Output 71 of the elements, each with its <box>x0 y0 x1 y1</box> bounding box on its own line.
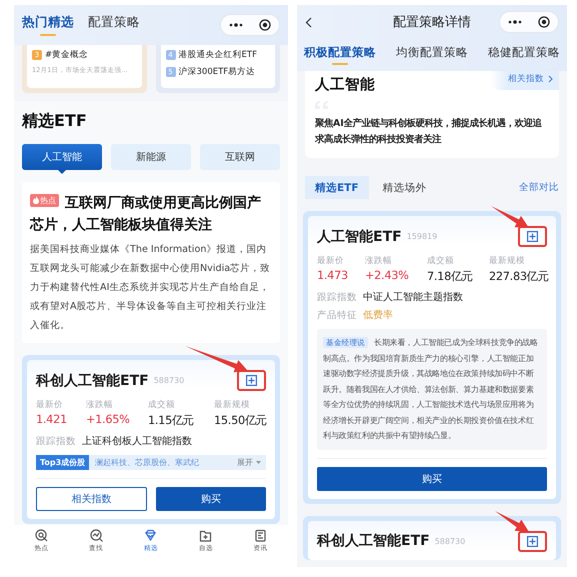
section-title: 精选ETF <box>22 111 88 132</box>
fund-name: 科创人工智能ETF <box>317 532 430 550</box>
holdings-label: Top3成份股 <box>36 455 90 470</box>
more-icon[interactable] <box>229 23 243 27</box>
info-label: 跟踪指数 <box>317 290 357 304</box>
fund-code: 159819 <box>406 232 438 241</box>
related-index-link[interactable]: 相关指数 <box>490 71 559 90</box>
fund-code: 588730 <box>434 536 466 546</box>
strategy-tab[interactable]: 积极配置策略 <box>304 45 376 65</box>
hot-item-title[interactable]: 港股通央企红利ETF <box>178 49 257 61</box>
fund-name: 科创人工智能ETF <box>36 372 149 390</box>
fund-code: 588730 <box>154 376 184 385</box>
stat-value: 15.50亿元 <box>214 413 266 428</box>
hot-item-title[interactable]: #黄金概念 <box>45 49 88 61</box>
target-icon[interactable] <box>259 19 271 31</box>
search-icon <box>90 529 103 542</box>
header-tab[interactable]: 配置策略 <box>88 14 140 36</box>
stat-value: +1.65% <box>86 413 131 428</box>
stat-value: 1.15亿元 <box>148 413 194 428</box>
more-icon[interactable] <box>508 20 522 24</box>
stat-value: 7.18亿元 <box>427 269 474 284</box>
article-title[interactable]: 热点 互联网厂商或使用更高比例国产芯片，人工智能板块值得关注 <box>30 192 272 236</box>
plus-icon[interactable] <box>246 375 257 386</box>
info-label: 产品特征 <box>317 308 357 322</box>
theme-title: 人工智能 <box>315 76 375 94</box>
stat-label: 最新价 <box>36 399 64 411</box>
stat-value: +2.43% <box>365 269 410 284</box>
folder-plus-icon <box>199 529 212 542</box>
tracking-index: 中证人工智能主题指数 <box>363 290 463 304</box>
stat-value: 1.473 <box>317 269 349 284</box>
plus-icon[interactable] <box>527 536 538 546</box>
stat-label: 涨跌幅 <box>86 399 114 411</box>
buy-button[interactable]: 购买 <box>317 466 547 490</box>
strategy-tab[interactable]: 均衡配置策略 <box>396 45 468 65</box>
stat-label: 最新规模 <box>214 399 251 411</box>
plus-icon[interactable] <box>527 231 538 242</box>
strategy-tab[interactable]: 稳健配置策略 <box>488 45 560 65</box>
fund-name: 人工智能ETF <box>317 228 402 246</box>
feature-value: 低费率 <box>363 308 393 322</box>
radar-icon <box>34 529 48 542</box>
page-title: 配置策略详情 <box>393 14 471 31</box>
category-tab[interactable]: 互联网 <box>200 144 280 170</box>
buy-button[interactable]: 购买 <box>156 487 266 511</box>
holdings-names: 澜起科技、芯原股份、寒武纪 <box>95 457 200 468</box>
hot-item-title[interactable]: 沪深300ETF易方达 <box>178 66 256 78</box>
stat-label: 成交额 <box>148 399 176 411</box>
fund-tab[interactable]: 精选场外 <box>372 176 437 199</box>
flame-icon <box>33 196 39 204</box>
stat-label: 最新价 <box>317 255 345 267</box>
caret-icon <box>256 461 261 464</box>
hot-tag-label: 热点 <box>40 194 56 206</box>
category-tab[interactable]: 新能源 <box>111 144 191 170</box>
tracking-index: 上证科创板人工智能指数 <box>82 434 192 448</box>
stat-value: 1.421 <box>36 413 68 428</box>
compare-all-link[interactable]: 全部对比 <box>519 181 559 194</box>
back-icon[interactable] <box>305 16 312 28</box>
chevron-right-icon <box>548 75 553 83</box>
stat-value: 227.83亿元 <box>489 269 548 284</box>
info-label: 跟踪指数 <box>36 434 76 448</box>
stat-label: 最新规模 <box>489 255 526 267</box>
index-button[interactable]: 相关指数 <box>36 487 146 511</box>
target-icon[interactable] <box>538 16 550 28</box>
document-icon <box>254 529 268 542</box>
fund-tab[interactable]: 精选ETF <box>305 176 369 199</box>
theme-description: 聚焦AI全产业链与科创板硬科技，捕捉成长机遇，欢迎追求高成长弹性的科技投资者关注 <box>315 116 543 147</box>
diamond-icon <box>144 529 158 542</box>
stat-label: 成交额 <box>427 255 455 267</box>
stat-label: 涨跌幅 <box>365 255 393 267</box>
article-body: 据美国科技商业媒体《The Information》报道，国内互联网龙头可能减少在新数据中心使用Nvidia芯片，致力于构建替代性AI生态系统并实现芯片生产自给自足，或有望对A股芯片、半导体设备等自主可控相关行业注入催化。 <box>30 243 272 333</box>
expand-toggle[interactable]: 展开 <box>237 457 261 468</box>
header-tab[interactable]: 热门精选 <box>22 14 74 36</box>
